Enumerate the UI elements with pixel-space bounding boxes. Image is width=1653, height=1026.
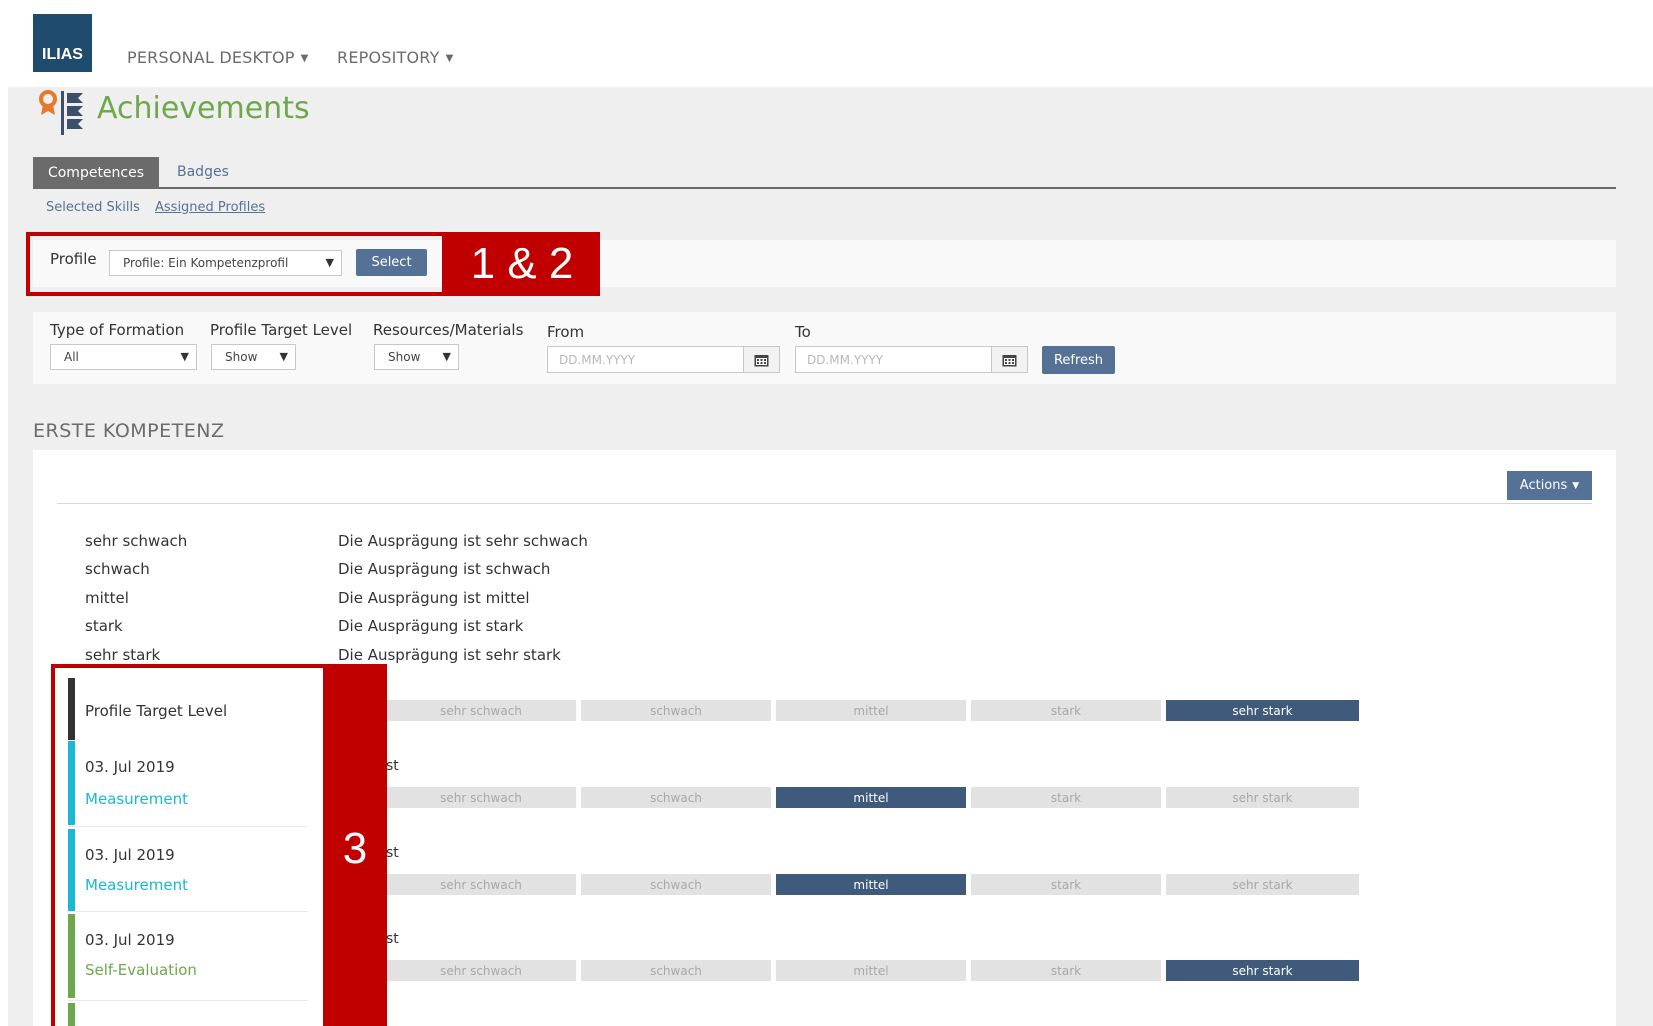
filter-to-label: To [795, 323, 811, 341]
caret-down-icon: ▼ [180, 350, 189, 363]
annotation-box-3 [51, 664, 327, 1026]
caret-down-icon: ▼ [300, 53, 309, 64]
profile-target-level-value: Show [225, 350, 258, 364]
level-cell: mittel [776, 874, 966, 895]
skill-section-title: ERSTE KOMPETENZ [33, 420, 225, 442]
actions-button[interactable]: Actions ▼ [1507, 471, 1592, 500]
level-cell: sehr schwach [386, 787, 576, 808]
profile-target-level-select[interactable]: Show ▼ [211, 344, 296, 370]
level-cell: schwach [581, 787, 771, 808]
actions-label: Actions [1519, 478, 1568, 493]
to-date-input[interactable]: DD.MM.YYYY [795, 346, 992, 373]
level-cell: stark [971, 787, 1161, 808]
level-cell: sehr stark [1166, 787, 1359, 808]
tab-underline [33, 187, 1616, 189]
level-cell: stark [971, 700, 1161, 721]
nav-personal-desktop[interactable]: PERSONAL DESKTOP ▼ [127, 48, 308, 67]
annotation-box-1-2 [26, 232, 446, 296]
subtab-selected-skills[interactable]: Selected Skills [46, 200, 140, 215]
caret-down-icon: ▼ [442, 350, 451, 363]
level-description: Die Ausprägung ist stark [338, 617, 524, 635]
level-cell: sehr schwach [386, 874, 576, 895]
level-cell: schwach [581, 874, 771, 895]
level-name: schwach [85, 560, 150, 578]
tab-badges[interactable]: Badges [177, 164, 229, 180]
to-calendar-button[interactable] [991, 346, 1028, 373]
level-cell: schwach [581, 960, 771, 981]
caret-down-icon: ▼ [279, 350, 288, 363]
type-of-formation-value: All [64, 350, 79, 364]
card-separator [57, 503, 1592, 504]
nav-repository-label: REPOSITORY [337, 48, 440, 67]
nav-repository[interactable]: REPOSITORY ▼ [337, 48, 453, 67]
page-title: Achievements [97, 91, 310, 126]
from-date-input[interactable]: DD.MM.YYYY [547, 346, 744, 373]
filter-type-of-formation-label: Type of Formation [50, 321, 185, 339]
nav-personal-desktop-label: PERSONAL DESKTOP [127, 48, 295, 67]
level-description: Die Ausprägung ist mittel [338, 589, 530, 607]
level-cell: sehr schwach [386, 960, 576, 981]
level-description: Die Ausprägung ist sehr schwach [338, 532, 588, 550]
row-truncated-text: st [386, 931, 399, 947]
calendar-icon [754, 354, 769, 366]
annotation-label-1-2: 1 & 2 [444, 232, 600, 296]
level-description: Die Ausprägung ist sehr stark [338, 646, 561, 664]
level-cell: sehr stark [1166, 874, 1359, 895]
resources-value: Show [388, 350, 421, 364]
level-cell: sehr stark [1166, 960, 1359, 981]
level-name: stark [85, 617, 123, 635]
level-name: sehr stark [85, 646, 161, 664]
row-truncated-text: st [386, 845, 399, 861]
achievements-icon [39, 90, 83, 135]
filter-profile-target-level-label: Profile Target Level [210, 321, 353, 339]
level-cell: mittel [776, 700, 966, 721]
level-name: sehr schwach [85, 532, 188, 550]
annotation-label-3: 3 [323, 664, 387, 1026]
row-truncated-text: st [386, 758, 399, 774]
type-of-formation-select[interactable]: All ▼ [50, 344, 197, 370]
resources-select[interactable]: Show ▼ [374, 344, 459, 370]
level-cell: sehr stark [1166, 700, 1359, 721]
level-cell: stark [971, 960, 1161, 981]
level-name: mittel [85, 589, 129, 607]
calendar-icon [1002, 354, 1017, 366]
level-cell: schwach [581, 700, 771, 721]
filter-from-label: From [547, 323, 585, 341]
from-calendar-button[interactable] [743, 346, 780, 373]
caret-down-icon: ▼ [1572, 480, 1580, 491]
ilias-logo[interactable]: ILIAS [33, 14, 92, 72]
caret-down-icon: ▼ [445, 53, 454, 64]
top-bar [0, 0, 1653, 87]
refresh-button[interactable]: Refresh [1042, 346, 1115, 374]
level-cell: mittel [776, 787, 966, 808]
level-description: Die Ausprägung ist schwach [338, 560, 551, 578]
filter-resources-label: Resources/Materials [373, 321, 524, 339]
subtab-assigned-profiles[interactable]: Assigned Profiles [155, 200, 265, 215]
level-cell: stark [971, 874, 1161, 895]
tab-competences[interactable]: Competences [33, 157, 159, 189]
level-cell: sehr schwach [386, 700, 576, 721]
level-cell: mittel [776, 960, 966, 981]
